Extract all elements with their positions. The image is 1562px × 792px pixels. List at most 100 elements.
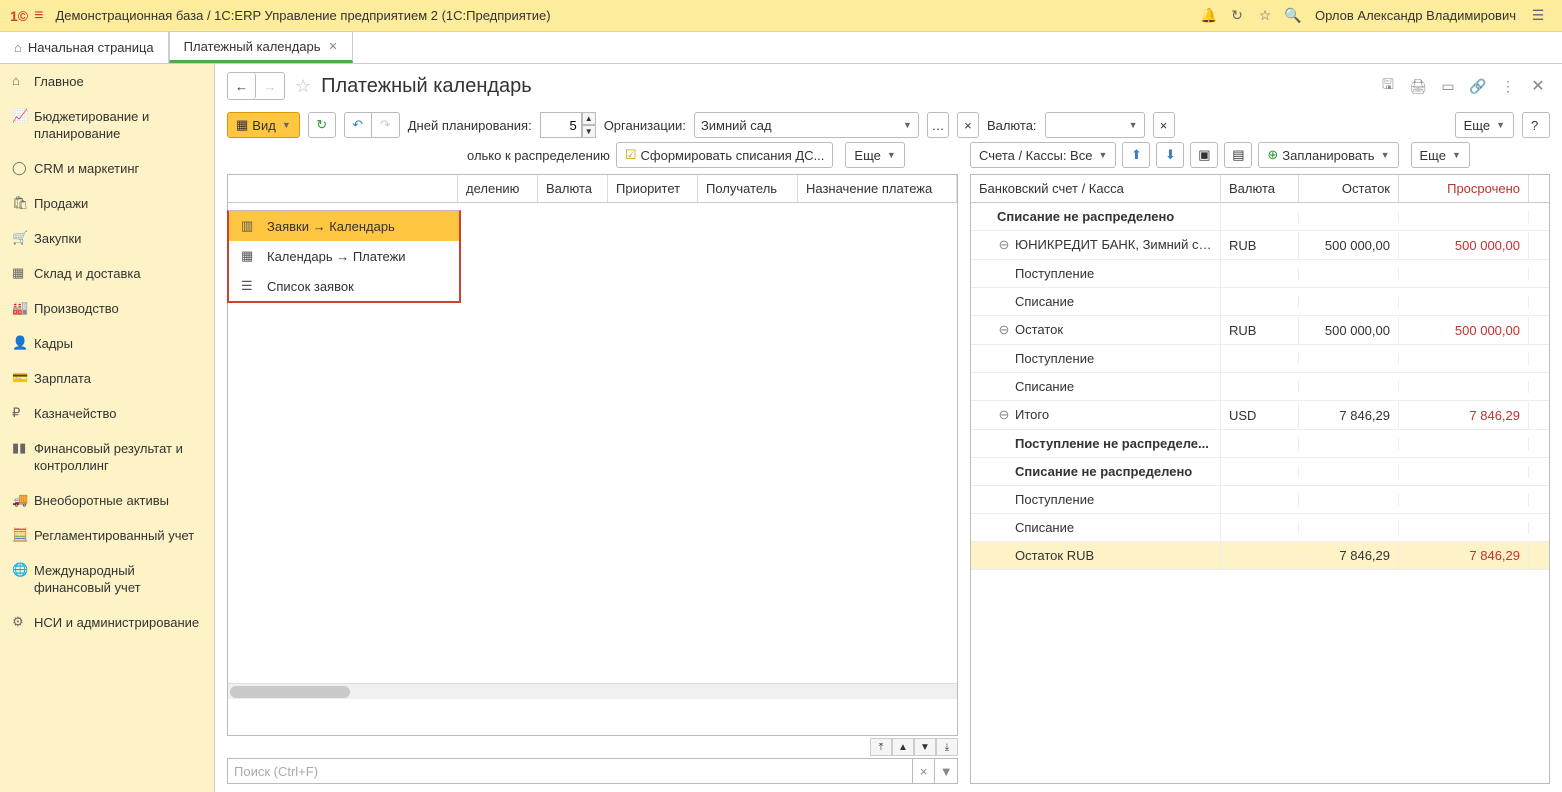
search-icon[interactable]: 🔍 [1281, 7, 1305, 24]
col-overdue[interactable]: Просрочено [1399, 175, 1529, 202]
sidebar-item-crm[interactable]: ◯CRM и маркетинг [0, 151, 214, 186]
expand-icon[interactable]: ⊖ [997, 407, 1011, 423]
col-account[interactable]: Банковский счет / Касса [971, 175, 1221, 202]
sidebar-item-main[interactable]: ⌂Главное [0, 64, 214, 99]
col-purpose[interactable]: Назначение платежа [798, 175, 957, 202]
expand-icon[interactable]: ⊖ [997, 322, 1011, 338]
print-icon[interactable]: 🖨 [1406, 78, 1430, 95]
view-button[interactable]: ▦ Вид ▼ [227, 112, 300, 138]
sidebar-item-finresult[interactable]: ▮▮Финансовый результат и контроллинг [0, 431, 214, 483]
layout2-button[interactable]: ▤ [1224, 142, 1252, 168]
nav-up-button[interactable]: ▲ [892, 738, 914, 756]
right-grid-header: Банковский счет / Касса Валюта Остаток П… [971, 175, 1549, 203]
search-clear-button[interactable]: × [913, 758, 936, 784]
days-input[interactable] [540, 112, 582, 138]
search-input[interactable]: Поиск (Ctrl+F) [227, 758, 913, 784]
org-select[interactable]: Зимний сад ▼ [694, 112, 919, 138]
nav-down-button[interactable]: ▼ [914, 738, 936, 756]
sidebar-item-hr[interactable]: 👤Кадры [0, 326, 214, 361]
form-writeoffs-button[interactable]: ☑ Сформировать списания ДС... [616, 142, 834, 168]
table-row[interactable]: Списание [971, 288, 1549, 316]
menu-lines-icon[interactable]: ☰ [1526, 7, 1550, 24]
table-row[interactable]: Списание [971, 514, 1549, 542]
view-dropdown-menu: ▥ Заявки → Календарь ▦ Календарь → Плате… [227, 210, 461, 303]
col-distribution[interactable]: делению [458, 175, 538, 202]
tab-payment-calendar[interactable]: Платежный календарь ✕ [169, 31, 353, 63]
menu-item-requests-calendar[interactable]: ▥ Заявки → Календарь [229, 211, 459, 241]
currency-select[interactable]: ▼ [1045, 112, 1145, 138]
expand-icon[interactable]: ⊖ [997, 237, 1011, 253]
sidebar-item-sales[interactable]: 🛍Продажи [0, 186, 214, 221]
close-icon[interactable]: ✕ [329, 40, 338, 53]
calc-icon: 🧮 [12, 527, 34, 543]
chart-icon: 📈 [12, 108, 34, 124]
layout1-button[interactable]: ▣ [1190, 142, 1218, 168]
days-up-button[interactable]: ▲ [582, 112, 596, 125]
favorite-star-icon[interactable]: ☆ [295, 76, 311, 97]
table-row[interactable]: Списание не распределено [971, 458, 1549, 486]
more-button[interactable]: Еще▼ [1455, 112, 1514, 138]
table-row[interactable]: ⊖ИтогоUSD7 846,297 846,29 [971, 401, 1549, 430]
refresh-button[interactable]: ↻ [308, 112, 336, 138]
sidebar-item-assets[interactable]: 🚚Внеоборотные активы [0, 483, 214, 518]
menu-item-calendar-payments[interactable]: ▦ Календарь → Платежи [229, 241, 459, 271]
save-icon[interactable]: 🖫 [1376, 74, 1400, 98]
sidebar-item-ifrs[interactable]: 🌐Международный финансовый учет [0, 553, 214, 605]
link-icon[interactable]: 🔗 [1466, 78, 1490, 95]
arrow-down-button[interactable]: ⬇ [1156, 142, 1184, 168]
sidebar-item-regaccounting[interactable]: 🧮Регламентированный учет [0, 518, 214, 553]
table-row[interactable]: Списание не распределено [971, 203, 1549, 231]
table-row[interactable]: Поступление [971, 486, 1549, 514]
org-more-button[interactable]: … [927, 112, 949, 138]
hscrollbar[interactable] [228, 683, 957, 699]
kebab-icon[interactable]: ⋮ [1496, 78, 1520, 95]
sidebar-item-warehouse[interactable]: ▦Склад и доставка [0, 256, 214, 291]
sidebar-item-nsi[interactable]: ⚙НСИ и администрирование [0, 605, 214, 640]
window-icon[interactable]: ▭ [1436, 78, 1460, 95]
nav-top-button[interactable]: ⤒ [870, 738, 892, 756]
help-button[interactable]: ? [1522, 112, 1550, 138]
left-more-button[interactable]: Еще▼ [845, 142, 904, 168]
undo-button[interactable]: ↶ [344, 112, 372, 138]
sidebar-item-purchases[interactable]: 🛒Закупки [0, 221, 214, 256]
bell-icon[interactable]: 🔔 [1197, 7, 1221, 24]
right-grid[interactable]: Банковский счет / Касса Валюта Остаток П… [970, 174, 1550, 784]
menu-item-request-list[interactable]: ☰ Список заявок [229, 271, 459, 301]
table-row[interactable]: Поступление [971, 345, 1549, 373]
table-row[interactable]: Поступление [971, 260, 1549, 288]
tab-home[interactable]: ⌂ Начальная страница [0, 32, 169, 63]
nav-bottom-button[interactable]: ⤓ [936, 738, 958, 756]
star-icon[interactable]: ☆ [1253, 7, 1277, 24]
close-page-icon[interactable]: ✕ [1526, 76, 1550, 96]
col-currency[interactable]: Валюта [538, 175, 608, 202]
right-more-button[interactable]: Еще▼ [1411, 142, 1470, 168]
tab-row: ⌂ Начальная страница Платежный календарь… [0, 32, 1562, 64]
table-row[interactable]: Поступление не распределе... [971, 430, 1549, 458]
col-priority[interactable]: Приоритет [608, 175, 698, 202]
sidebar-item-salary[interactable]: 💳Зарплата [0, 361, 214, 396]
redo-button[interactable]: ↷ [372, 112, 400, 138]
accounts-filter-button[interactable]: Счета / Кассы: Все▼ [970, 142, 1116, 168]
table-row[interactable]: Списание [971, 373, 1549, 401]
col-recipient[interactable]: Получатель [698, 175, 798, 202]
table-row[interactable]: ⊖ЮНИКРЕДИТ БАНК, Зимний сад ...RUB500 00… [971, 231, 1549, 260]
history-icon[interactable]: ↻ [1225, 7, 1249, 24]
table-row[interactable]: Остаток RUB7 846,297 846,29 [971, 542, 1549, 570]
search-more-button[interactable]: ▼ [935, 758, 958, 784]
col-currency[interactable]: Валюта [1221, 175, 1299, 202]
arrow-up-icon: ⬆ [1131, 147, 1142, 163]
days-down-button[interactable]: ▼ [582, 125, 596, 138]
table-row[interactable]: ⊖ОстатокRUB500 000,00500 000,00 [971, 316, 1549, 345]
sidebar-item-treasury[interactable]: ₽Казначейство [0, 396, 214, 431]
arrow-up-button[interactable]: ⬆ [1122, 142, 1150, 168]
sidebar-item-production[interactable]: 🏭Производство [0, 291, 214, 326]
sidebar-item-budgeting[interactable]: 📈Бюджетирование и планирование [0, 99, 214, 151]
hamburger-icon[interactable]: ≡ [34, 7, 43, 25]
org-clear-button[interactable]: × [957, 112, 979, 138]
username-label[interactable]: Орлов Александр Владимирович [1315, 8, 1516, 23]
currency-clear-button[interactable]: × [1153, 112, 1175, 138]
nav-forward-button[interactable]: → [256, 73, 284, 99]
col-balance[interactable]: Остаток [1299, 175, 1399, 202]
plan-button[interactable]: ⊕ Запланировать▼ [1258, 142, 1398, 168]
nav-back-button[interactable]: ← [228, 73, 256, 99]
